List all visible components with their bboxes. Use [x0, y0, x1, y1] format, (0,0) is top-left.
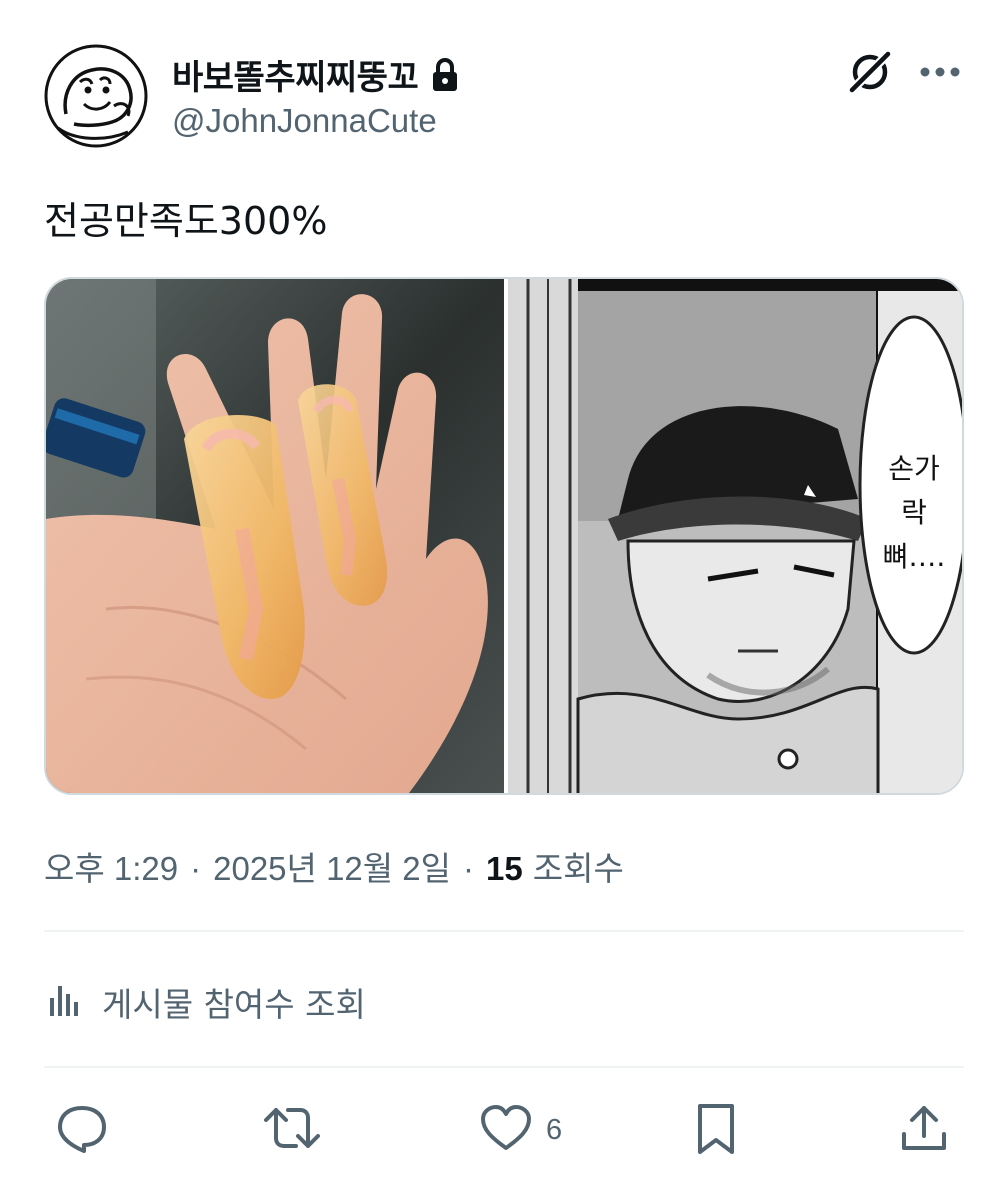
views-count: 15	[486, 850, 523, 887]
more-dots-icon[interactable]	[916, 54, 964, 90]
bar-chart-icon	[44, 980, 84, 1024]
lock-icon	[430, 57, 460, 93]
photo-hand-with-finger-candies	[46, 279, 504, 793]
post-time[interactable]: 오후 1:29	[44, 842, 178, 890]
share-upload-icon	[896, 1100, 952, 1160]
divider	[44, 1066, 964, 1068]
author-handle[interactable]: @JohnJonnaCute	[172, 102, 437, 140]
meta-separator: ·	[190, 850, 202, 887]
grok-icon[interactable]	[846, 48, 894, 96]
divider	[44, 930, 964, 932]
post-media: 손가락 뼈….	[44, 277, 964, 795]
author-display-name[interactable]: 바보똘추찌찌뚱꼬	[172, 50, 419, 99]
view-engagements-label: 게시물 참여수 조회	[102, 985, 366, 1024]
view-engagements-link[interactable]: 게시물 참여수 조회	[44, 978, 366, 1026]
author-name-row: 바보똘추찌찌뚱꼬	[172, 50, 460, 99]
post-header: 바보똘추찌찌뚱꼬 @JohnJonnaCute	[44, 44, 964, 148]
reply-bubble-icon	[54, 1100, 110, 1160]
heart-icon	[478, 1100, 534, 1160]
action-bar: 6	[44, 1098, 964, 1162]
media-photo-hand[interactable]	[46, 279, 504, 793]
post-meta: 오후 1:29 · 2025년 12월 2일 · 15 조회수	[44, 842, 624, 890]
like-button[interactable]: 6	[478, 1098, 562, 1162]
meta-separator: ·	[463, 850, 475, 887]
post-date[interactable]: 2025년 12월 2일	[213, 842, 451, 890]
like-count: 6	[546, 1113, 563, 1146]
avatar-drawing	[44, 44, 148, 148]
post-text: 전공만족도300%	[44, 199, 328, 243]
views-label: 조회수	[532, 850, 624, 887]
retweet-icon	[262, 1100, 322, 1160]
media-manga-panel[interactable]: 손가락 뼈….	[508, 279, 962, 793]
avatar[interactable]	[44, 44, 148, 148]
retweet-button[interactable]	[262, 1098, 322, 1162]
speech-bubble-text: 손가락 뼈….	[882, 452, 946, 573]
bookmark-button[interactable]	[688, 1098, 744, 1162]
share-button[interactable]	[896, 1098, 952, 1162]
reply-button[interactable]	[54, 1098, 110, 1162]
bookmark-icon	[688, 1100, 744, 1160]
